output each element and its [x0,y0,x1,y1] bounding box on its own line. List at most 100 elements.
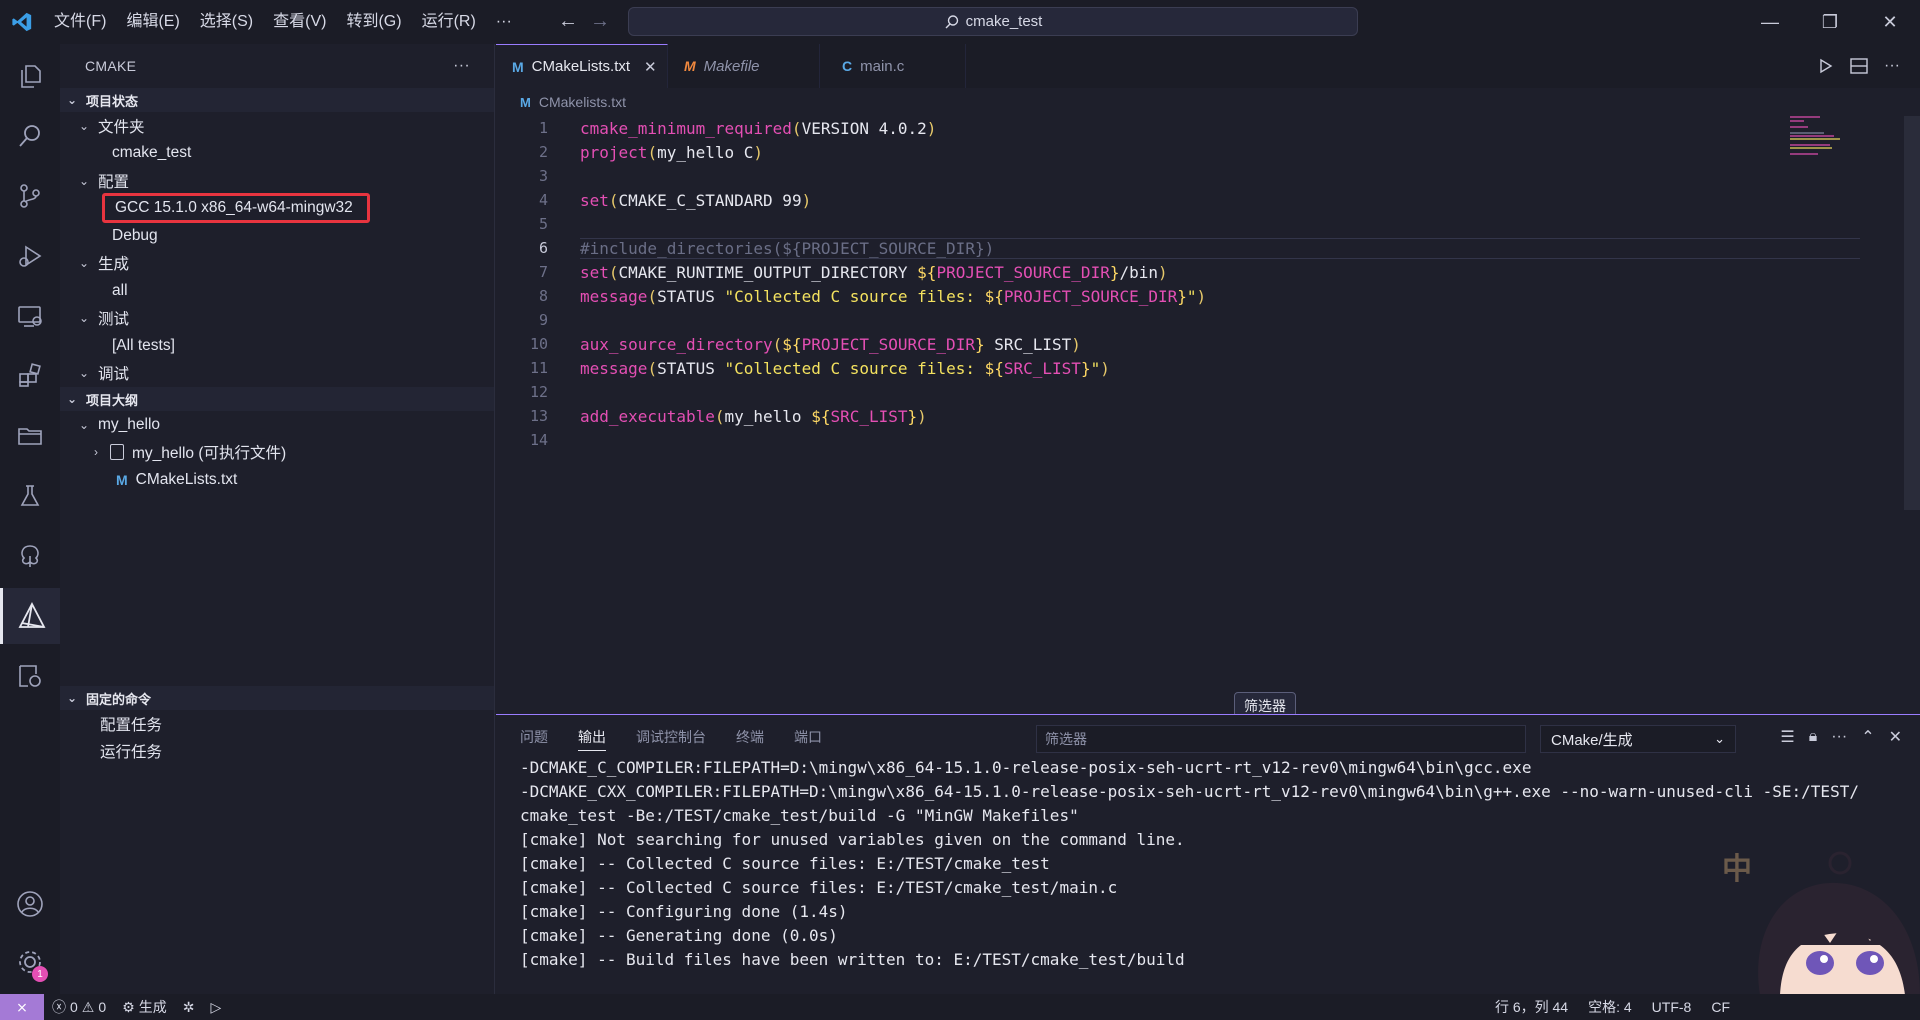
back-arrow-icon[interactable]: ← [553,10,583,33]
outline-executable[interactable]: › my_hello (可执行文件) [60,439,494,467]
editor-actions: ··· [1818,44,1900,88]
menu-file[interactable]: 文件(F) [44,0,116,44]
testing-icon[interactable] [0,468,60,524]
pinned-run-task[interactable]: 运行任务 [60,738,494,766]
debug-bug-icon[interactable]: ✲ [175,999,203,1016]
menu-run[interactable]: 运行(R) [412,0,486,44]
tree-icon[interactable] [0,528,60,584]
pinned-config-task[interactable]: 配置任务 [60,710,494,738]
source-control-icon[interactable] [0,168,60,224]
menu-selection[interactable]: 选择(S) [190,0,263,44]
chevron-down-icon: ⌄ [78,366,90,381]
outline-project[interactable]: ⌄ my_hello [60,411,494,439]
cmake-icon[interactable] [0,588,60,644]
more-actions-icon[interactable]: ··· [1831,728,1847,746]
editor-scrollbar[interactable] [1904,116,1920,510]
split-editor-icon[interactable] [1850,58,1868,74]
remote-indicator-icon[interactable]: ⨯ [0,994,44,1020]
section-project-outline[interactable]: ⌄ 项目大纲 [60,387,494,411]
tree-build[interactable]: ⌄ 生成 [60,250,494,278]
line-ending[interactable]: CF [1699,999,1920,1015]
problems-indicator[interactable]: ⓧ 0 ⚠ 0 [44,997,114,1017]
tab-debug-console[interactable]: 调试控制台 [636,715,706,759]
vscode-logo-icon [0,0,44,44]
manage-gear-icon[interactable]: 1 [0,934,60,990]
tree-build-target[interactable]: all [60,277,494,305]
close-panel-icon[interactable]: ✕ [1889,727,1902,747]
chevron-down-icon: ⌄ [78,256,90,271]
command-center-search[interactable]: cmake_test [628,7,1358,36]
lock-icon[interactable]: 🔒︎ [1809,728,1818,746]
encoding[interactable]: UTF-8 [1640,999,1700,1015]
tab-terminal[interactable]: 终端 [736,715,764,759]
menu-edit[interactable]: 编辑(E) [116,0,189,44]
menu-view[interactable]: 查看(V) [263,0,336,44]
indentation[interactable]: 空格: 4 [1576,997,1640,1017]
more-actions-icon[interactable]: ··· [1884,57,1900,75]
search-sidebar-icon[interactable] [0,108,60,164]
account-icon[interactable] [0,876,60,932]
tree-config-type[interactable]: Debug [60,222,494,250]
code-line: 11 message(STATUS "Collected C source fil… [529,358,1110,378]
tree-folder[interactable]: ⌄ 文件夹 [60,112,494,140]
close-window-icon[interactable]: ✕ [1860,0,1920,44]
settings-sync-icon[interactable] [0,648,60,704]
output-channel-select[interactable]: CMake/生成 ⌄ [1540,725,1736,753]
tab-problems[interactable]: 问题 [520,715,548,759]
tree-label: 生成 [98,256,130,274]
tree-label: 配置任务 [100,716,163,734]
run-icon[interactable] [1818,58,1834,74]
tree-label: my_hello (可执行文件) [132,445,287,463]
maximize-panel-icon[interactable]: ⌃ [1861,727,1874,747]
tree-label: 运行任务 [100,744,163,762]
title-bar: 文件(F) 编辑(E) 选择(S) 查看(V) 转到(G) 运行(R) ··· … [0,0,1920,44]
menu-go[interactable]: 转到(G) [336,0,411,44]
build-button[interactable]: ⚙ 生成 [114,997,175,1017]
section-project-status[interactable]: ⌄ 项目状态 [60,88,494,112]
tab-output[interactable]: 输出 [578,723,606,751]
tab-label: Makefile [703,57,760,75]
tree-test-target[interactable]: [All tests] [60,332,494,360]
tree-folder-value[interactable]: cmake_test [60,140,494,168]
cursor-position[interactable]: 行 6，列 44 [1487,997,1576,1017]
tree-label: Debug [112,226,158,244]
output-log[interactable]: -DCMAKE_C_COMPILER:FILEPATH=D:\mingw\x86… [520,755,1900,971]
restore-icon[interactable]: ❐ [1800,0,1860,44]
tab-cmakelists[interactable]: M CMakeLists.txt ✕ [496,44,668,88]
forward-arrow-icon[interactable]: → [585,10,615,33]
tree-config-compiler[interactable]: GCC 15.1.0 x86_64-w64-mingw32 [60,193,494,224]
chevron-down-icon: ⌄ [78,417,90,432]
sidebar-title-bar: CMAKE ··· [60,44,494,88]
remote-explorer-icon[interactable] [0,288,60,344]
breadcrumb-file[interactable]: CMakelists.txt [539,94,626,110]
tree-test[interactable]: ⌄ 测试 [60,305,494,333]
output-filter-input[interactable]: 筛选器 [1036,725,1526,753]
chevron-down-icon: ⌄ [78,311,90,326]
sidebar-more-button[interactable]: ··· [453,57,470,75]
run-debug-icon[interactable] [0,228,60,284]
tab-main-c[interactable]: C main.c [820,44,966,88]
minimap[interactable] [1790,116,1870,156]
explorer-icon[interactable] [0,48,60,104]
extensions-icon[interactable] [0,348,60,404]
section-pinned-commands[interactable]: ⌄ 固定的命令 [60,686,494,710]
tab-ports[interactable]: 端口 [794,715,822,759]
clear-output-icon[interactable]: ☰ [1780,727,1794,747]
run-play-icon[interactable]: ▷ [202,999,229,1016]
cmake-sidebar: CMAKE ··· ⌄ 项目状态 ⌄ 文件夹 cmake_test ⌄ 配置 GCC … [60,44,495,994]
warning-icon: ⚠ [81,998,95,1015]
minimize-icon[interactable]: — [1740,0,1800,44]
code-line: 5 [538,215,548,233]
code-editor[interactable]: 1 cmake_minimum_required(VERSION 4.0.2) 2… [496,116,1904,696]
output-line: [cmake] -- Configuring done (1.4s) [520,901,848,921]
tree-config[interactable]: ⌄ 配置 [60,167,494,195]
close-icon[interactable]: ✕ [644,58,657,76]
tab-makefile[interactable]: M Makefile [668,44,820,88]
menu-more[interactable]: ··· [486,0,522,44]
tree-debug[interactable]: ⌄ 调试 [60,360,494,388]
code-line: 3 [538,167,548,185]
outline-cmakelists[interactable]: M CMakeLists.txt [60,466,494,494]
warning-count: 0 [98,999,107,1015]
folder-icon[interactable] [0,408,60,464]
panel-tabs: 问题 输出 调试控制台 终端 端口 [520,715,822,759]
